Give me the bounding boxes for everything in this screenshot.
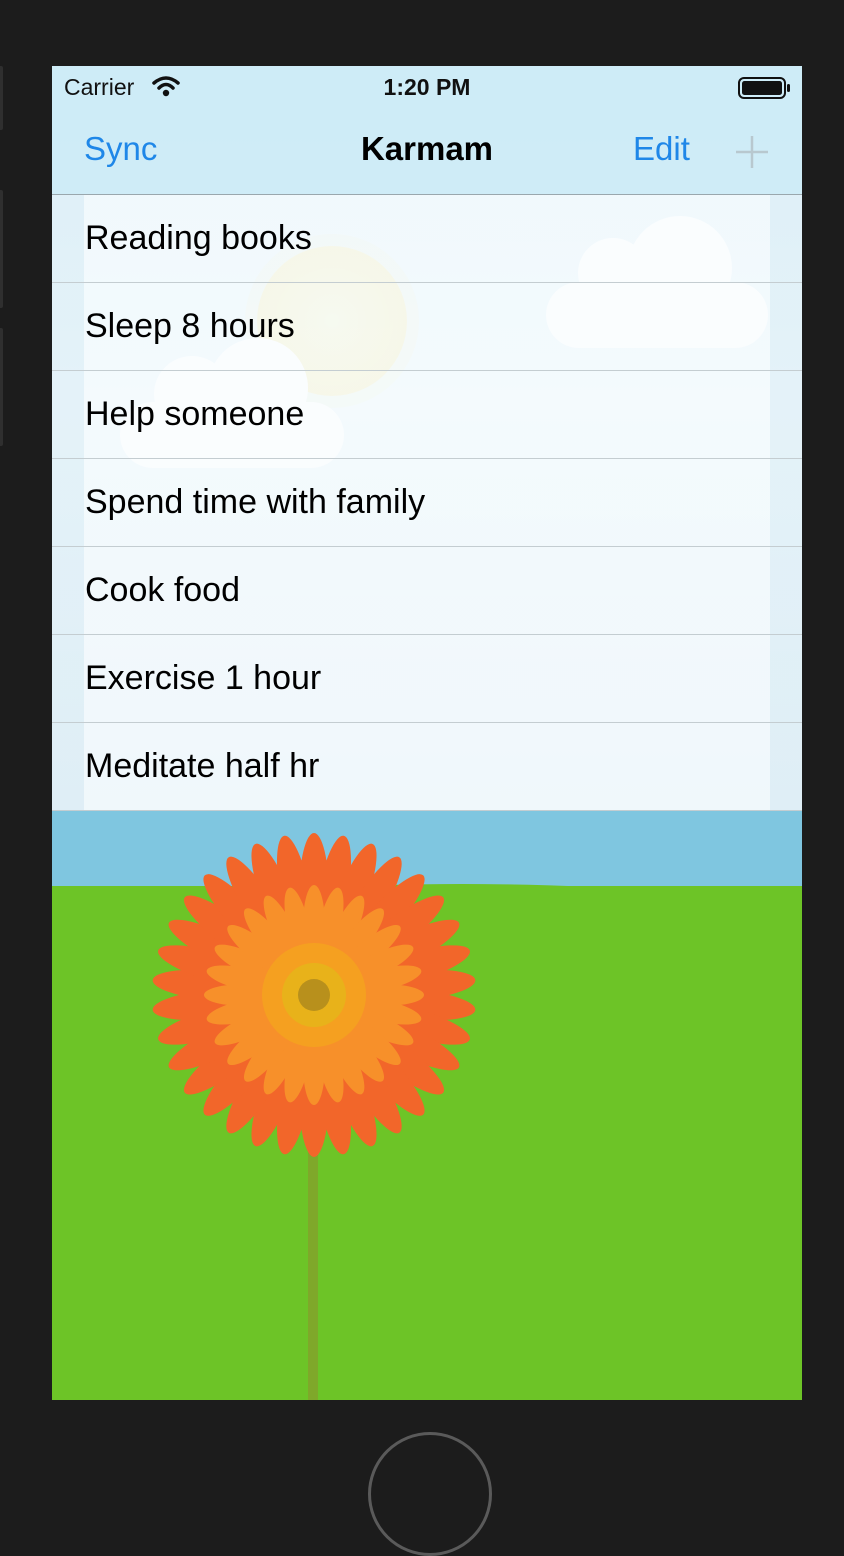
status-time: 1:20 PM bbox=[383, 74, 471, 100]
list-item[interactable]: Exercise 1 hour bbox=[52, 635, 802, 723]
side-button-silent bbox=[0, 66, 3, 130]
list-item-label: Sleep 8 hours bbox=[85, 307, 295, 345]
list-item[interactable]: Meditate half hr bbox=[52, 723, 802, 811]
list-item-label: Cook food bbox=[85, 571, 240, 609]
list-item-label: Exercise 1 hour bbox=[85, 659, 322, 697]
device-screen: Carrier 1:20 PM Sync Karmam Edit Reading… bbox=[52, 66, 802, 1400]
list-item-label: Help someone bbox=[85, 395, 305, 433]
habit-list: Reading books Sleep 8 hours Help someone… bbox=[52, 195, 802, 811]
plus-icon[interactable] bbox=[734, 134, 770, 170]
gerbera-flower-image bbox=[152, 833, 476, 1400]
list-item-label: Meditate half hr bbox=[85, 747, 320, 785]
flower-stem bbox=[308, 1140, 318, 1400]
flower-center-eye bbox=[298, 979, 330, 1011]
navigation-bar: Sync Karmam Edit bbox=[52, 108, 802, 195]
side-button-volume-up bbox=[0, 190, 3, 308]
list-item-label: Reading books bbox=[85, 219, 312, 257]
battery-icon bbox=[738, 77, 790, 99]
list-item-label: Spend time with family bbox=[85, 483, 426, 521]
edit-button[interactable]: Edit bbox=[633, 130, 690, 168]
side-button-volume-down bbox=[0, 328, 3, 446]
list-item[interactable]: Help someone bbox=[52, 371, 802, 459]
list-item[interactable]: Cook food bbox=[52, 547, 802, 635]
home-button[interactable] bbox=[368, 1432, 492, 1556]
list-item[interactable]: Reading books bbox=[52, 195, 802, 283]
list-item[interactable]: Spend time with family bbox=[52, 459, 802, 547]
status-bar: Carrier 1:20 PM bbox=[52, 66, 802, 108]
list-item[interactable]: Sleep 8 hours bbox=[52, 283, 802, 371]
